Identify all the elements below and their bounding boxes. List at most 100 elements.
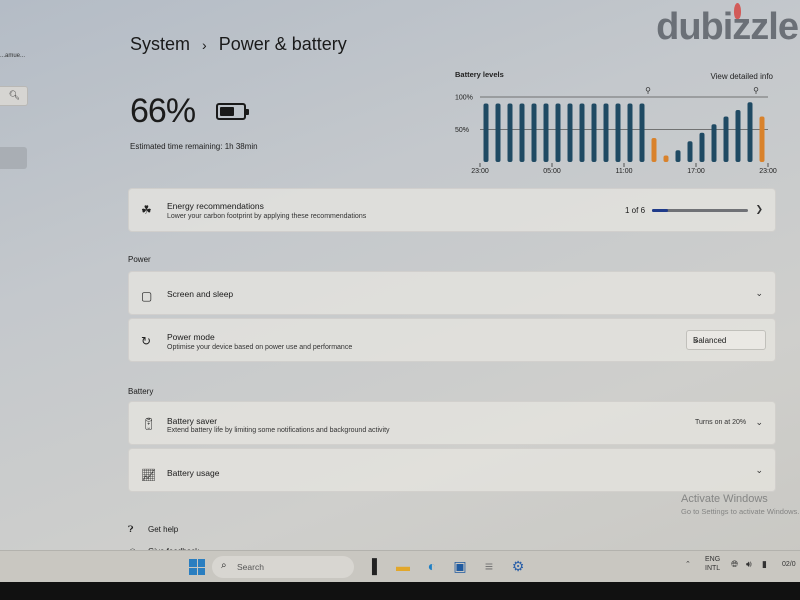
estimated-time: Estimated time remaining: 1h 38min bbox=[130, 142, 258, 151]
section-battery: Battery bbox=[128, 387, 154, 396]
app-icon[interactable]: ≡ bbox=[481, 558, 497, 574]
x-tick-label: 11:00 bbox=[616, 168, 633, 175]
energy-leaf-icon: ☘ bbox=[141, 203, 152, 217]
battery-bar bbox=[663, 155, 669, 162]
plug-icon: ⚲ bbox=[753, 86, 759, 95]
page-title: Power & battery bbox=[218, 34, 347, 54]
battery-bar bbox=[759, 116, 765, 162]
battery-bar bbox=[579, 103, 585, 162]
get-help-label: Get help bbox=[148, 524, 179, 534]
battery-tray-icon[interactable]: ▮ bbox=[762, 559, 767, 570]
screen-sleep-title: Screen and sleep bbox=[167, 289, 234, 299]
battery-bar bbox=[603, 103, 609, 162]
sidebar: ...amue... 🔍︎ bbox=[0, 0, 30, 548]
search-icon: ⌕ bbox=[221, 560, 227, 571]
battery-bar bbox=[687, 141, 693, 162]
battery-bar bbox=[519, 103, 525, 162]
taskbar-search[interactable]: ⌕ Search bbox=[212, 556, 354, 578]
battery-bar bbox=[711, 124, 717, 162]
activate-windows-watermark: Activate Windows Go to Settings to activ… bbox=[681, 493, 799, 516]
sidebar-search-box[interactable]: 🔍︎ bbox=[0, 86, 28, 106]
battery-bar bbox=[507, 103, 513, 162]
battery-percent: 66% bbox=[130, 92, 196, 130]
chevron-right-icon[interactable]: ❯ bbox=[755, 204, 763, 215]
energy-progress-bar bbox=[652, 209, 748, 212]
battery-levels-chart: Battery levels View detailed info 100% 50… bbox=[450, 66, 780, 180]
chart-line-icon: 📈︎ bbox=[141, 468, 157, 482]
x-tick-label: 05:00 bbox=[543, 168, 561, 175]
battery-saver-title: Battery saver bbox=[167, 416, 218, 426]
breadcrumb-system[interactable]: System bbox=[130, 34, 190, 55]
lang-bottom: INTL bbox=[705, 565, 721, 572]
chevron-up-icon[interactable]: ⌃ bbox=[685, 560, 691, 568]
energy-count: 1 of 6 bbox=[625, 206, 646, 215]
chevron-down-icon[interactable]: ⌄ bbox=[755, 465, 763, 476]
battery-bar bbox=[675, 150, 681, 162]
battery-saver-icon: 🔋︎ bbox=[141, 417, 157, 431]
breadcrumb: System › Power & battery bbox=[130, 34, 347, 55]
battery-bar bbox=[543, 103, 549, 162]
x-tick-label: 23:00 bbox=[471, 168, 489, 175]
battery-bar bbox=[627, 103, 633, 162]
task-view-icon[interactable]: ▐ bbox=[364, 558, 380, 574]
battery-bar bbox=[735, 110, 741, 162]
energy-recommendations-card[interactable]: ☘ Energy recommendations Lower your carb… bbox=[128, 188, 776, 232]
screen-bezel bbox=[0, 582, 800, 600]
battery-bar bbox=[483, 103, 489, 162]
energy-title: Energy recommendations bbox=[167, 201, 264, 211]
lang-top: ENG bbox=[705, 556, 721, 563]
battery-bar bbox=[591, 103, 597, 162]
language-indicator[interactable]: ENG INTL bbox=[705, 555, 720, 573]
chevron-down-icon[interactable]: ⌄ bbox=[755, 417, 763, 428]
taskbar: ⌕ Search ▐ ▬ ◐ ▣ ≡ ⚙ ⌃ ENG INTL 🌐︎ 🔊︎ ▮ … bbox=[0, 550, 800, 582]
battery-bar bbox=[747, 102, 753, 162]
battery-bar bbox=[699, 132, 705, 162]
activate-title: Activate Windows bbox=[681, 493, 768, 505]
power-mode-card: ↻ Power mode Optimise your device based … bbox=[128, 318, 776, 362]
battery-saver-threshold: Turns on at 20% bbox=[695, 419, 747, 426]
volume-icon[interactable]: 🔊︎ bbox=[746, 559, 752, 570]
battery-usage-card[interactable]: 📈︎ Battery usage ⌄ bbox=[128, 448, 776, 492]
file-explorer-icon[interactable]: ▬ bbox=[395, 558, 411, 574]
x-tick-label: 23:00 bbox=[759, 168, 777, 175]
taskbar-search-label: Search bbox=[237, 562, 264, 572]
sidebar-item-system[interactable] bbox=[0, 147, 27, 169]
x-tick-label: 17:00 bbox=[687, 168, 705, 175]
battery-bar bbox=[615, 103, 621, 162]
plug-icon: ⚲ bbox=[645, 86, 651, 95]
user-email: ...amue... bbox=[0, 53, 26, 59]
y-tick-label: 100% bbox=[455, 95, 473, 102]
power-mode-icon: ↻ bbox=[141, 334, 152, 348]
y-tick-label: 50% bbox=[455, 127, 469, 134]
section-power: Power bbox=[128, 255, 151, 264]
battery-usage-title: Battery usage bbox=[167, 468, 220, 478]
help-icon: ❓︎ bbox=[128, 523, 134, 534]
battery-summary: 66% bbox=[130, 92, 249, 131]
search-icon: 🔍︎ bbox=[8, 90, 20, 100]
battery-bar bbox=[495, 103, 501, 162]
battery-icon bbox=[215, 103, 249, 120]
network-icon[interactable]: 🌐︎ bbox=[731, 559, 738, 570]
screen-sleep-icon: ▢ bbox=[141, 289, 153, 303]
battery-saver-card[interactable]: 🔋︎ Battery saver Extend battery life by … bbox=[128, 401, 776, 445]
battery-bar bbox=[723, 116, 729, 162]
edge-icon[interactable]: ◐ bbox=[424, 558, 440, 574]
flame-icon bbox=[734, 3, 742, 19]
chevron-right-icon: › bbox=[202, 36, 207, 53]
power-mode-title: Power mode bbox=[167, 332, 215, 342]
clock[interactable]: 02/0 bbox=[782, 561, 796, 568]
battery-bar bbox=[531, 103, 537, 162]
chevron-down-icon[interactable]: ⌄ bbox=[755, 288, 763, 299]
get-help-link[interactable]: ❓︎ Get help bbox=[128, 518, 199, 540]
power-mode-dropdown[interactable]: Balanced ⌄ bbox=[686, 330, 766, 350]
power-mode-subtitle: Optimise your device based on power use … bbox=[167, 344, 353, 351]
battery-bar bbox=[567, 103, 573, 162]
screen-and-sleep-card[interactable]: ▢ Screen and sleep ⌄ bbox=[128, 271, 776, 315]
activate-subtitle: Go to Settings to activate Windows. bbox=[681, 507, 800, 516]
windows-start-icon[interactable] bbox=[189, 559, 205, 575]
chart-svg: 100% 50% 23:00 05:00 11:00 17:00 23:00 ⚲ ⚲ bbox=[455, 86, 777, 175]
chevron-down-icon: ⌄ bbox=[693, 335, 700, 344]
settings-gear-icon[interactable]: ⚙ bbox=[510, 558, 526, 574]
dubizzle-watermark: dubizzle bbox=[656, 3, 799, 49]
store-icon[interactable]: ▣ bbox=[452, 558, 468, 574]
